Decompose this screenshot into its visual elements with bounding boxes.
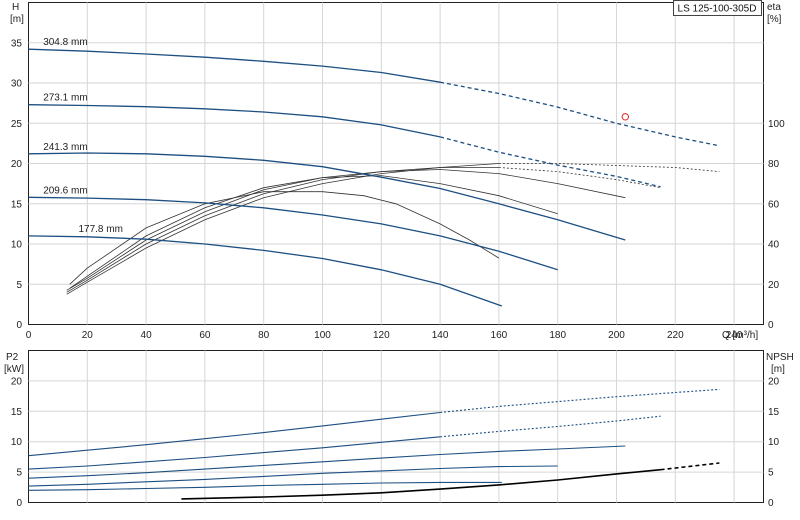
eta-tick-label: 0 xyxy=(768,320,774,331)
npsh-tick-label: 15 xyxy=(768,407,780,418)
head-tick-label: 15 xyxy=(11,199,23,210)
head-tick-label: 0 xyxy=(16,320,22,331)
npsh-tick-label: 20 xyxy=(768,376,780,387)
power-axis-label: P2 xyxy=(6,352,19,363)
flow-tick-label: 80 xyxy=(258,330,270,341)
flow-tick-label: 200 xyxy=(608,330,625,341)
eta-tick-label: 60 xyxy=(768,199,780,210)
eta-tick-label: 40 xyxy=(768,240,780,251)
head-curve-dashed xyxy=(439,136,661,188)
npsh-tick-label: 0 xyxy=(768,498,774,509)
impeller-diameter-label: 241.3 mm xyxy=(43,142,87,153)
npsh-tick-label: 5 xyxy=(768,468,774,479)
power-tick-label: 0 xyxy=(16,498,22,509)
power-tick-label: 20 xyxy=(11,376,23,387)
eta-curve xyxy=(66,169,626,291)
flow-tick-label: 40 xyxy=(141,330,153,341)
head-plot: 0 20 40 60 80 100 120 140 160 180 200 220 2400510152… xyxy=(11,2,785,341)
head-axis-label: H xyxy=(12,2,19,13)
head-curve xyxy=(28,235,503,307)
power-plot-frame xyxy=(28,350,764,503)
flow-tick-label: 160 xyxy=(491,330,508,341)
flow-tick-label: 180 xyxy=(549,330,566,341)
flow-tick-label: 20 xyxy=(82,330,94,341)
head-tick-label: 10 xyxy=(11,240,23,251)
head-plot-ticks: 0 20 40 60 80 100 120 140 160 180 200 220 2400510152… xyxy=(11,38,785,341)
head-tick-label: 5 xyxy=(16,280,22,291)
pump-title-box: LS 125-100-305D xyxy=(673,0,762,16)
head-plot-series xyxy=(28,48,720,307)
npsh-curve xyxy=(181,468,661,500)
flow-tick-label: 0 xyxy=(26,330,32,341)
npsh-curve-dashed xyxy=(660,462,720,471)
eta-tick-label: 100 xyxy=(768,119,785,130)
impeller-diameter-label: 304.8 mm xyxy=(43,37,87,48)
power-plot: 0 5 10 15 20 0 5 10 15 20 xyxy=(11,350,780,509)
impeller-diameter-label: 177.8 mm xyxy=(78,224,122,235)
eta-curve-dashed xyxy=(498,163,720,172)
flow-tick-label: 140 xyxy=(432,330,449,341)
power-curve-dashed xyxy=(440,388,720,414)
power-tick-label: 5 xyxy=(16,468,22,479)
flow-tick-label: 120 xyxy=(373,330,390,341)
pump-title: LS 125-100-305D xyxy=(678,4,757,15)
eta-curve xyxy=(69,191,500,285)
head-tick-label: 30 xyxy=(11,79,23,90)
eta-axis-unit: [%] xyxy=(767,14,782,25)
chart-canvas: 0 20 40 60 80 100 120 140 160 180 200 220 2400510152… xyxy=(4,0,794,509)
impeller-diameter-label: 209.6 mm xyxy=(43,185,87,196)
head-tick-label: 35 xyxy=(11,38,23,49)
head-axis-unit: [m] xyxy=(10,14,24,25)
power-plot-series xyxy=(28,388,720,500)
eta-tick-label: 20 xyxy=(768,280,780,291)
eta-axis-label: eta xyxy=(767,2,781,13)
flow-tick-label: 60 xyxy=(199,330,211,341)
head-curve xyxy=(28,48,441,83)
head-curve-dashed xyxy=(439,81,720,147)
npsh-axis-unit: [m] xyxy=(771,364,785,375)
pump-performance-chart: 0 20 40 60 80 100 120 140 160 180 200 220 240 0 5 10 15 2… xyxy=(0,0,800,520)
npsh-tick-label: 10 xyxy=(768,437,780,448)
eta-tick-label: 80 xyxy=(768,159,780,170)
power-curve xyxy=(28,411,441,457)
duty-point-marker xyxy=(621,113,630,121)
npsh-axis-label: NPSH xyxy=(766,352,794,363)
power-tick-label: 10 xyxy=(11,437,23,448)
eta-curve xyxy=(66,167,499,293)
head-tick-label: 20 xyxy=(11,159,23,170)
power-curve-dashed xyxy=(440,415,661,438)
head-plot-grid xyxy=(28,2,764,325)
flow-axis-label: Q [m³/h] xyxy=(722,330,758,341)
impeller-diameter-label: 273.1 mm xyxy=(43,93,87,104)
head-curve xyxy=(28,104,441,138)
eta-curve xyxy=(69,175,558,289)
head-tick-label: 25 xyxy=(11,119,23,130)
power-curve xyxy=(28,465,558,487)
power-axis-unit: [kW] xyxy=(4,364,24,375)
head-plot-labels: 304.8 mm 273.1 mm 241.3 mm 209.6 mm 177.8 mm xyxy=(43,37,123,235)
power-tick-label: 15 xyxy=(11,407,23,418)
power-plot-grid xyxy=(28,350,764,503)
flow-tick-label: 220 xyxy=(667,330,684,341)
flow-tick-label: 100 xyxy=(314,330,331,341)
